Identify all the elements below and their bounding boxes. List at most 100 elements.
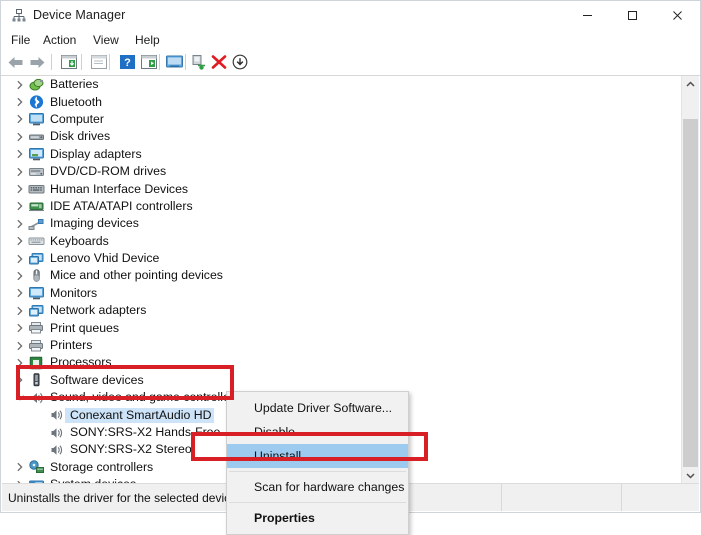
close-button[interactable] — [655, 1, 700, 30]
tree-item-label: Bluetooth — [50, 94, 102, 109]
update-driver-icon[interactable] — [165, 52, 185, 72]
menu-view[interactable]: View — [89, 32, 123, 48]
toolbar: ? — [1, 49, 700, 76]
context-menu-item-uninstall[interactable]: Uninstall — [227, 444, 408, 468]
tree-item-keyboards[interactable]: Keyboards — [2, 233, 683, 250]
chevron-right-icon[interactable] — [12, 128, 28, 145]
show-hidden-icon[interactable] — [89, 52, 109, 72]
context-menu-item-scan-for-hardware-changes[interactable]: Scan for hardware changes — [227, 475, 408, 499]
uninstall-device-icon[interactable] — [209, 52, 229, 72]
context-menu-item-properties[interactable]: Properties — [227, 506, 408, 530]
chevron-right-icon[interactable] — [12, 76, 28, 93]
tree-item-label: Network adapters — [50, 303, 147, 318]
context-menu-separator — [229, 471, 406, 472]
scroll-down-button[interactable] — [682, 467, 699, 484]
tree-item-human-interface-devices[interactable]: Human Interface Devices — [2, 180, 683, 197]
vhid-device-icon — [28, 251, 45, 267]
tree-item-imaging-devices[interactable]: Imaging devices — [2, 215, 683, 232]
printer-icon — [28, 338, 45, 354]
scroll-up-button[interactable] — [682, 76, 699, 93]
device-manager-window: Device Manager File Action View Help ? B… — [0, 0, 701, 535]
tree-item-dvd-cd-rom-drives[interactable]: DVD/CD-ROM drives — [2, 163, 683, 180]
vertical-scrollbar[interactable] — [681, 76, 699, 484]
title-bar: Device Manager — [1, 1, 700, 30]
tree-item-print-queues[interactable]: Print queues — [2, 319, 683, 336]
menu-file[interactable]: File — [7, 32, 34, 48]
device-context-menu[interactable]: Update Driver Software... Disable Uninstal… — [226, 391, 409, 535]
tree-item-monitors[interactable]: Monitors — [2, 285, 683, 302]
chevron-right-icon[interactable] — [12, 146, 28, 163]
tree-item-mice-and-other-pointing-devices[interactable]: Mice and other pointing devices — [2, 267, 683, 284]
monitor-icon — [28, 285, 45, 301]
tree-item-printers[interactable]: Printers — [2, 337, 683, 354]
print-queue-icon — [28, 320, 45, 336]
tree-item-software-devices[interactable]: Software devices — [2, 372, 683, 389]
menu-help[interactable]: Help — [131, 32, 164, 48]
toolbar-separator-1 — [51, 54, 52, 70]
tree-item-computer[interactable]: Computer — [2, 111, 683, 128]
imaging-device-icon — [28, 216, 45, 232]
chevron-right-icon[interactable] — [12, 267, 28, 284]
properties-icon[interactable] — [59, 52, 79, 72]
chevron-right-icon[interactable] — [12, 337, 28, 354]
chevron-right-icon[interactable] — [12, 354, 28, 371]
svg-text:?: ? — [124, 57, 131, 69]
chevron-right-icon[interactable] — [12, 285, 28, 302]
enable-device-icon[interactable] — [189, 52, 209, 72]
storage-controller-icon — [28, 459, 45, 475]
chevron-right-icon[interactable] — [12, 94, 28, 111]
chevron-down-icon[interactable] — [12, 389, 28, 406]
tree-item-ide-ata-atapi-controllers[interactable]: IDE ATA/ATAPI controllers — [2, 198, 683, 215]
scrollbar-thumb[interactable] — [683, 119, 698, 469]
tree-item-processors[interactable]: Processors — [2, 354, 683, 371]
tree-item-bluetooth[interactable]: Bluetooth — [2, 93, 683, 110]
forward-icon[interactable] — [27, 52, 47, 72]
tree-item-label: Conexant SmartAudio HD — [65, 407, 215, 423]
processor-icon — [28, 355, 45, 371]
tree-item-disk-drives[interactable]: Disk drives — [2, 128, 683, 145]
chevron-right-icon[interactable] — [12, 198, 28, 215]
tree-item-label: Sound, video and game controllers — [50, 390, 241, 405]
chevron-right-icon[interactable] — [12, 163, 28, 180]
window-title: Device Manager — [33, 8, 126, 22]
chevron-right-icon[interactable] — [12, 111, 28, 128]
tree-item-label: Storage controllers — [50, 459, 154, 474]
help-icon[interactable]: ? — [117, 52, 137, 72]
chevron-right-icon[interactable] — [12, 181, 28, 198]
maximize-button[interactable] — [610, 1, 655, 30]
tree-item-label: Display adapters — [50, 146, 142, 161]
chevron-right-icon[interactable] — [12, 215, 28, 232]
status-divider-1 — [501, 484, 502, 511]
tree-item-lenovo-vhid-device[interactable]: Lenovo Vhid Device — [2, 250, 683, 267]
chevron-right-icon[interactable] — [12, 372, 28, 389]
tree-item-label: SONY:SRS-X2 Hands-Free — [70, 425, 221, 439]
chevron-right-icon[interactable] — [12, 250, 28, 267]
minimize-button[interactable] — [565, 1, 610, 30]
audio-device-icon — [48, 425, 65, 441]
tree-item-display-adapters[interactable]: Display adapters — [2, 146, 683, 163]
tree-item-label: Disk drives — [50, 129, 111, 144]
tree-item-label: Batteries — [50, 77, 99, 92]
context-menu-item-update-driver-software[interactable]: Update Driver Software... — [227, 396, 408, 420]
chevron-right-icon[interactable] — [12, 233, 28, 250]
audio-device-icon — [48, 442, 65, 458]
menu-action[interactable]: Action — [39, 32, 80, 48]
back-icon[interactable] — [5, 52, 25, 72]
chevron-right-icon[interactable] — [12, 320, 28, 337]
tree-item-label: Computer — [50, 111, 104, 126]
disable-device-icon[interactable] — [230, 52, 250, 72]
chevron-right-icon[interactable] — [12, 459, 28, 476]
chevron-right-icon[interactable] — [12, 302, 28, 319]
tree-item-label: Software devices — [50, 372, 144, 387]
tree-item-network-adapters[interactable]: Network adapters — [2, 302, 683, 319]
tree-item-label: IDE ATA/ATAPI controllers — [50, 198, 193, 213]
sound-controller-icon — [28, 390, 45, 406]
context-menu-item-disable[interactable]: Disable — [227, 420, 408, 444]
software-device-icon — [28, 372, 45, 388]
scan-icon[interactable] — [139, 52, 159, 72]
bluetooth-icon — [28, 94, 45, 110]
tree-item-batteries[interactable]: Batteries — [2, 76, 683, 93]
